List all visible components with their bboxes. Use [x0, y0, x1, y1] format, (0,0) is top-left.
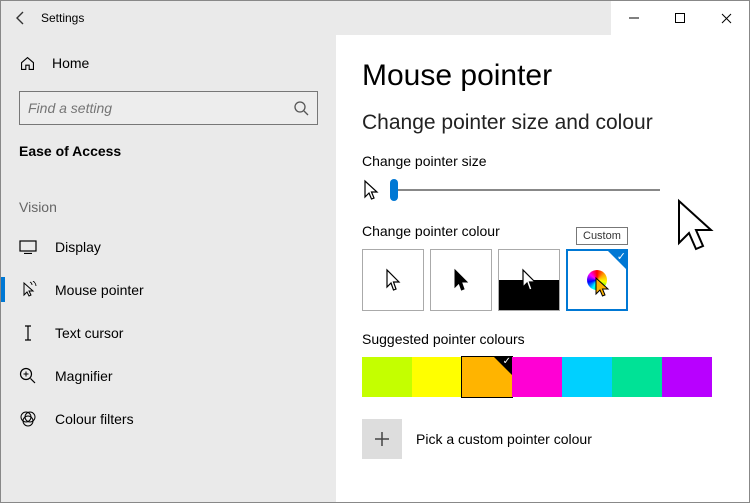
- page-title: Mouse pointer: [362, 59, 723, 93]
- colour-swatch[interactable]: [412, 357, 462, 397]
- sidebar-item-text-cursor[interactable]: Text cursor: [1, 311, 336, 354]
- pick-custom-label: Pick a custom pointer colour: [416, 431, 592, 447]
- close-button[interactable]: [703, 1, 749, 35]
- search-input[interactable]: [28, 100, 293, 116]
- colour-swatch[interactable]: [512, 357, 562, 397]
- window-title: Settings: [41, 11, 84, 25]
- size-label: Change pointer size: [362, 153, 723, 169]
- large-cursor-icon: [673, 197, 717, 253]
- page-subtitle: Change pointer size and colour: [362, 111, 723, 135]
- sidebar-item-mouse-pointer[interactable]: Mouse pointer: [1, 268, 336, 311]
- maximize-button[interactable]: [657, 1, 703, 35]
- back-button[interactable]: [1, 1, 41, 35]
- sidebar-item-label: Colour filters: [55, 411, 134, 427]
- search-icon: [293, 100, 309, 116]
- mouse-pointer-icon: [19, 281, 37, 299]
- sidebar-item-display[interactable]: Display: [1, 225, 336, 268]
- custom-tooltip: Custom: [576, 227, 628, 245]
- sidebar-item-magnifier[interactable]: Magnifier: [1, 354, 336, 397]
- pointer-colour-inverted[interactable]: [498, 249, 560, 311]
- slider-thumb[interactable]: [390, 179, 398, 201]
- small-cursor-icon: [362, 179, 380, 201]
- suggested-label: Suggested pointer colours: [362, 331, 723, 347]
- colour-label: Change pointer colour: [362, 223, 723, 239]
- pointer-colour-black[interactable]: [430, 249, 492, 311]
- colour-swatch[interactable]: ✓: [462, 357, 512, 397]
- colour-swatch[interactable]: [662, 357, 712, 397]
- section-heading: Ease of Access: [1, 137, 336, 177]
- colour-filters-icon: [19, 410, 37, 428]
- magnifier-icon: [19, 367, 37, 385]
- pick-custom-colour[interactable]: Pick a custom pointer colour: [362, 419, 723, 459]
- pointer-colour-custom[interactable]: Custom ✓: [566, 249, 628, 311]
- sidebar-item-label: Magnifier: [55, 368, 113, 384]
- group-heading: Vision: [1, 177, 336, 225]
- check-icon: ✓: [617, 250, 626, 263]
- sidebar-item-label: Mouse pointer: [55, 282, 144, 298]
- check-icon: ✓: [503, 356, 511, 367]
- minimize-button[interactable]: [611, 1, 657, 35]
- sidebar-item-label: Display: [55, 239, 101, 255]
- pointer-colour-white[interactable]: [362, 249, 424, 311]
- text-cursor-icon: [19, 324, 37, 342]
- plus-icon: [362, 419, 402, 459]
- colour-swatch[interactable]: [362, 357, 412, 397]
- titlebar: Settings: [1, 1, 749, 35]
- pointer-size-slider[interactable]: [390, 179, 660, 201]
- suggested-colours: ✓: [362, 357, 723, 397]
- home-icon: [19, 55, 36, 72]
- search-box[interactable]: [19, 91, 318, 125]
- colour-swatch[interactable]: [562, 357, 612, 397]
- sidebar-item-label: Text cursor: [55, 325, 123, 341]
- home-nav[interactable]: Home: [1, 43, 336, 83]
- colour-swatch[interactable]: [612, 357, 662, 397]
- content-area: Mouse pointer Change pointer size and co…: [336, 35, 749, 502]
- home-label: Home: [52, 55, 89, 71]
- sidebar-item-colour-filters[interactable]: Colour filters: [1, 397, 336, 440]
- sidebar: Home Ease of Access Vision Display: [1, 35, 336, 502]
- display-icon: [19, 240, 37, 254]
